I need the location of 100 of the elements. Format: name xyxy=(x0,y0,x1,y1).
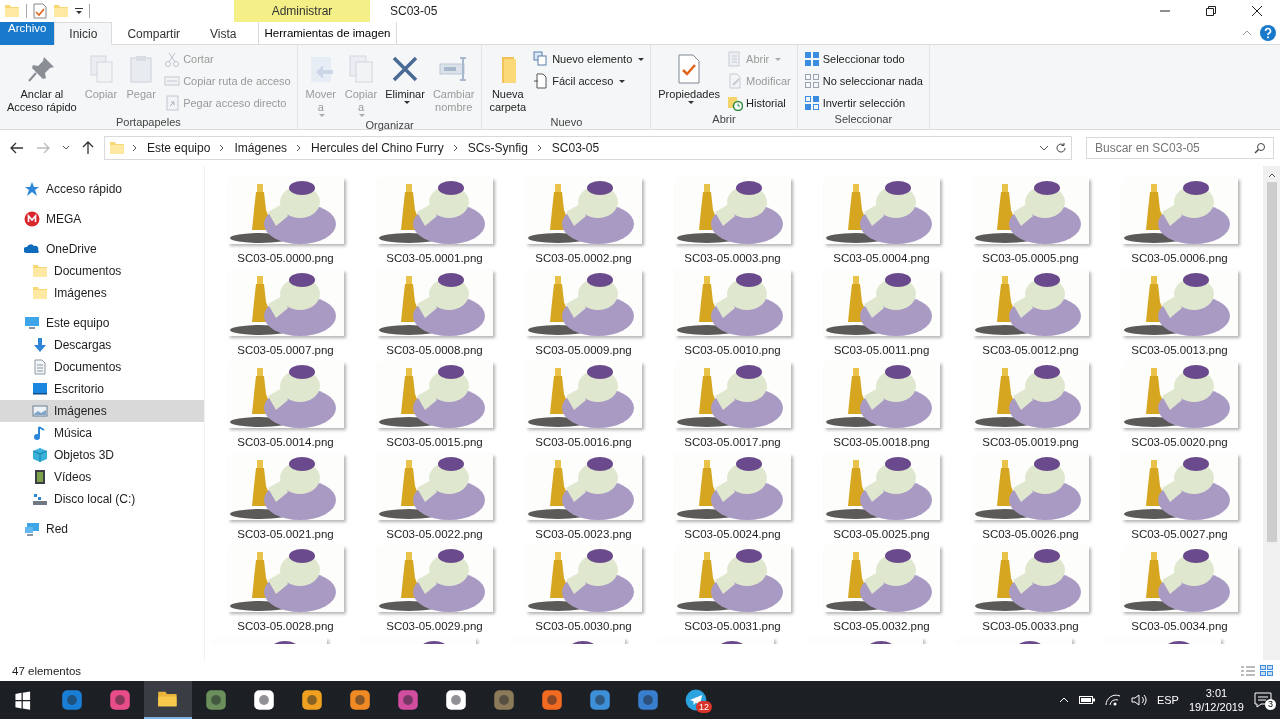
file-item[interactable]: SC03-05.0026.png xyxy=(956,454,1105,540)
sidebar-item[interactable]: Documentos xyxy=(0,356,204,378)
sidebar-item[interactable]: Objetos 3D xyxy=(0,444,204,466)
ribbon-button[interactable]: Eliminar xyxy=(382,47,428,119)
notification-icon[interactable] xyxy=(1254,692,1272,708)
sidebar-item[interactable]: Descargas xyxy=(0,334,204,356)
clock-time[interactable]: 3:01 xyxy=(1205,686,1228,700)
ribbon-tab[interactable]: Herramientas de imagen xyxy=(257,22,398,44)
mega-icon xyxy=(24,211,40,227)
breadcrumb[interactable]: SCs-Synfig xyxy=(465,141,530,155)
collapse-ribbon-icon[interactable] xyxy=(1242,30,1252,36)
file-item[interactable]: SC03-05.0014.png xyxy=(211,362,360,448)
file-item[interactable]: SC03-05.0011.png xyxy=(807,270,956,356)
file-item[interactable]: SC03-05.0006.png xyxy=(1105,178,1254,264)
ribbon-tab[interactable]: Inicio xyxy=(54,22,113,45)
file-item[interactable]: SC03-05.0001.png xyxy=(360,178,509,264)
file-item[interactable]: SC03-05.0000.png xyxy=(211,178,360,264)
sidebar-item[interactable]: Vídeos xyxy=(0,466,204,488)
file-item[interactable]: SC03-05.0019.png xyxy=(956,362,1105,448)
ribbon-button[interactable]: Nueva carpeta xyxy=(486,47,530,116)
path-icon xyxy=(164,73,181,89)
file-item[interactable]: SC03-05.0024.png xyxy=(658,454,807,540)
ribbon-tab[interactable]: Vista xyxy=(195,22,252,45)
ribbon-button[interactable]: Propiedades xyxy=(655,47,724,113)
battery-icon[interactable] xyxy=(1078,695,1095,705)
ribbon-button[interactable]: Anclar al Acceso rápido xyxy=(4,47,80,116)
file-item[interactable]: SC03-05.0018.png xyxy=(807,362,956,448)
sidebar-item[interactable]: Acceso rápido xyxy=(0,178,204,200)
file-item[interactable]: SC03-05.0031.png xyxy=(658,546,807,632)
sidebar-item[interactable]: Disco local (C:) xyxy=(0,488,204,510)
file-tab[interactable]: Archivo xyxy=(0,22,55,45)
file-item[interactable]: SC03-05.0022.png xyxy=(360,454,509,540)
sidebar-item[interactable]: MEGA xyxy=(0,208,204,230)
breadcrumb[interactable]: SC03-05 xyxy=(549,141,602,155)
file-item[interactable]: SC03-05.0003.png xyxy=(658,178,807,264)
properties-icon[interactable] xyxy=(33,3,47,19)
sidebar-item[interactable]: Red xyxy=(0,518,204,540)
file-item[interactable]: SC03-05.0033.png xyxy=(956,546,1105,632)
file-item[interactable]: SC03-05.0028.png xyxy=(211,546,360,632)
ribbon-button[interactable]: No seleccionar nada xyxy=(801,71,925,91)
document-icon xyxy=(533,73,550,89)
ribbon-button[interactable]: Fácil acceso xyxy=(531,71,647,91)
breadcrumb[interactable]: Este equipo xyxy=(145,141,213,155)
sidebar-item[interactable]: Imágenes xyxy=(0,400,204,422)
taskbar-app[interactable] xyxy=(144,681,192,719)
chevron-icon xyxy=(535,144,544,152)
breadcrumb[interactable]: Hercules del Chino Furry xyxy=(309,141,446,155)
file-item[interactable]: SC03-05.0017.png xyxy=(658,362,807,448)
sidebar-item[interactable]: Escritorio xyxy=(0,378,204,400)
speaker-icon[interactable] xyxy=(1130,694,1147,706)
chevron-up-icon[interactable] xyxy=(1058,697,1069,703)
group-label: Portapapeles xyxy=(114,116,182,129)
group-label: Organizar xyxy=(364,119,415,131)
file-item[interactable]: SC03-05.0032.png xyxy=(807,546,956,632)
help-icon[interactable] xyxy=(1260,25,1276,41)
file-item[interactable]: SC03-05.0034.png xyxy=(1105,546,1254,632)
file-item[interactable]: SC03-05.0004.png xyxy=(807,178,956,264)
file-item[interactable]: SC03-05.0005.png xyxy=(956,178,1105,264)
dropdown-icon[interactable] xyxy=(1039,145,1049,151)
scrollbar[interactable] xyxy=(1263,166,1280,660)
file-item[interactable]: SC03-05.0016.png xyxy=(509,362,658,448)
ribbon-button[interactable]: Seleccionar todo xyxy=(801,49,925,69)
file-item[interactable]: SC03-05.0007.png xyxy=(211,270,360,356)
drive-icon xyxy=(32,491,48,507)
breadcrumb[interactable]: Imágenes xyxy=(232,141,290,155)
ribbon-button[interactable]: Historial xyxy=(725,93,793,113)
file-item[interactable]: SC03-05.0009.png xyxy=(509,270,658,356)
input-language[interactable]: ESP xyxy=(1156,694,1179,706)
scroll-up-icon[interactable] xyxy=(1267,172,1276,178)
file-item[interactable]: SC03-05.0029.png xyxy=(360,546,509,632)
sidebar-item[interactable]: Documentos xyxy=(0,260,204,282)
ribbon-tab[interactable]: Compartir xyxy=(112,22,196,45)
file-item[interactable]: SC03-05.0015.png xyxy=(360,362,509,448)
dropdown-icon[interactable] xyxy=(75,7,83,15)
ribbon-button[interactable]: Nuevo elemento xyxy=(531,49,647,69)
file-item[interactable]: SC03-05.0020.png xyxy=(1105,362,1254,448)
sidebar-item[interactable]: Imágenes xyxy=(0,282,204,304)
wifi-icon[interactable] xyxy=(1104,694,1121,706)
file-item[interactable]: SC03-05.0008.png xyxy=(360,270,509,356)
folder-icon xyxy=(4,3,20,19)
large-icons-view-icon[interactable] xyxy=(1260,664,1274,677)
address-bar[interactable]: Este equipo Imágenes Hercules del Chino Furry SCs-Synfig SC03-05 xyxy=(104,136,1072,160)
file-item[interactable]: SC03-05.0025.png xyxy=(807,454,956,540)
sidebar-item[interactable]: Este equipo xyxy=(0,312,204,334)
sidebar-item[interactable]: Música xyxy=(0,422,204,444)
file-item[interactable]: SC03-05.0021.png xyxy=(211,454,360,540)
file-item[interactable]: SC03-05.0027.png xyxy=(1105,454,1254,540)
file-item[interactable]: SC03-05.0030.png xyxy=(509,546,658,632)
refresh-icon[interactable] xyxy=(1055,142,1067,154)
ribbon-button[interactable]: Invertir selección xyxy=(801,93,925,113)
file-item[interactable]: SC03-05.0023.png xyxy=(509,454,658,540)
taskbar-app[interactable]: 12 xyxy=(672,681,720,719)
file-item[interactable]: SC03-05.0012.png xyxy=(956,270,1105,356)
context-tab-group: Administrar xyxy=(234,0,370,22)
file-item[interactable]: SC03-05.0013.png xyxy=(1105,270,1254,356)
sidebar-item[interactable]: OneDrive xyxy=(0,238,204,260)
file-item[interactable]: SC03-05.0010.png xyxy=(658,270,807,356)
search-field[interactable]: Buscar en SC03-05 xyxy=(1086,137,1274,159)
file-item[interactable]: SC03-05.0002.png xyxy=(509,178,658,264)
clock-date[interactable]: 19/12/2019 xyxy=(1188,700,1244,714)
